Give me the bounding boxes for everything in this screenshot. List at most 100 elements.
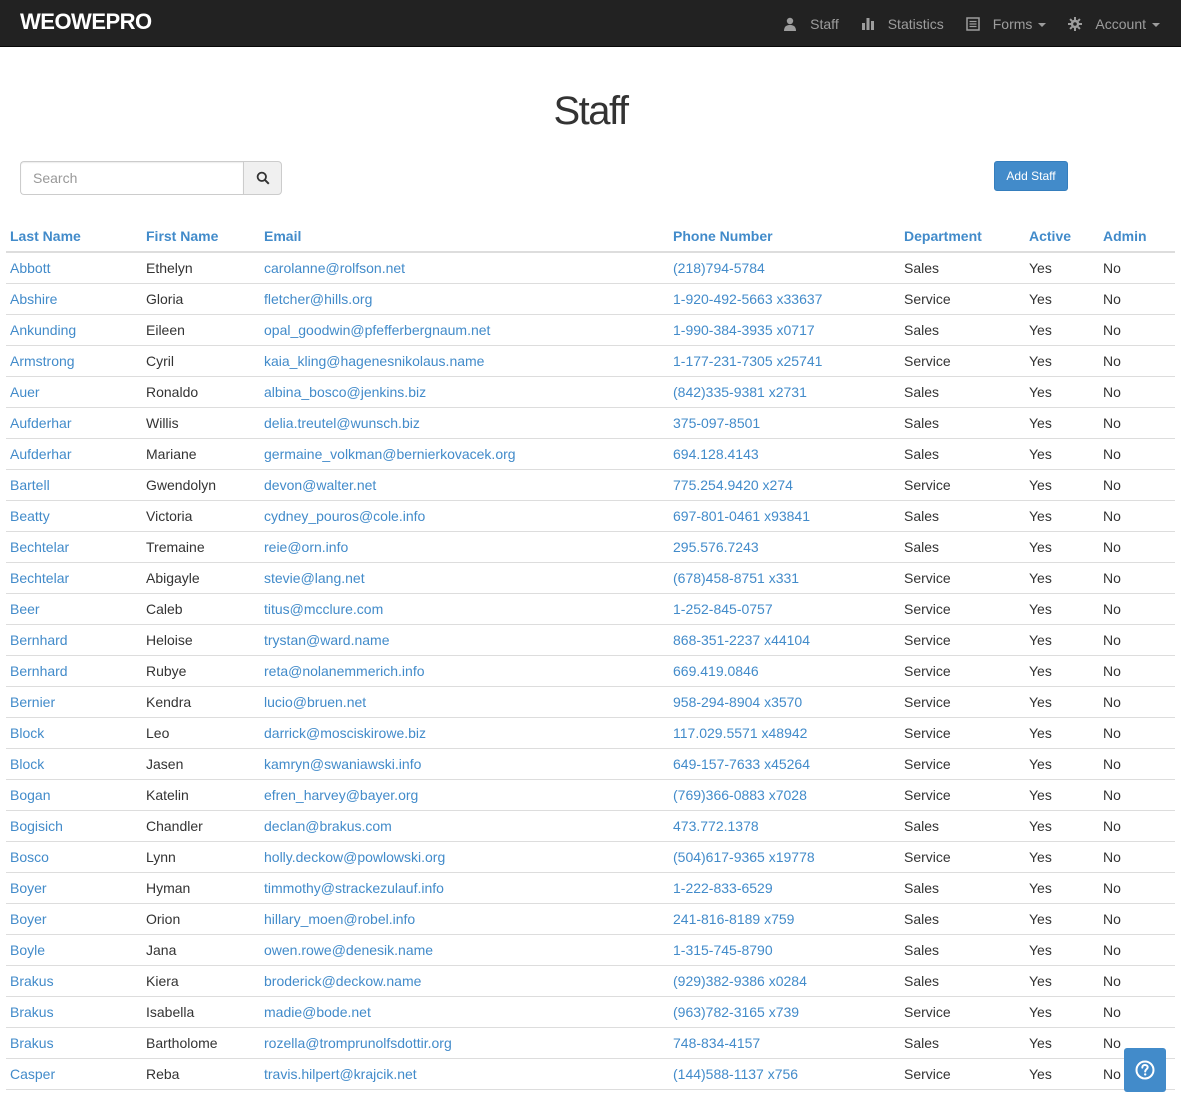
- add-staff-button[interactable]: Add Staff: [994, 161, 1068, 191]
- cell-phone[interactable]: (218)794-5784: [669, 252, 900, 284]
- search-input[interactable]: [20, 161, 243, 195]
- cell-phone[interactable]: 1-990-384-3935 x0717: [669, 314, 900, 346]
- cell-phone[interactable]: 748-834-4157: [669, 1027, 900, 1059]
- cell-email[interactable]: madie@bode.net: [260, 996, 669, 1028]
- cell-phone[interactable]: 1-222-833-6529: [669, 872, 900, 904]
- cell-email[interactable]: reie@orn.info: [260, 531, 669, 563]
- cell-last-name[interactable]: Bartell: [6, 469, 142, 501]
- nav-item-account[interactable]: Account: [1067, 0, 1181, 47]
- cell-last-name[interactable]: Ankunding: [6, 314, 142, 346]
- column-header-last-name[interactable]: Last Name: [6, 221, 142, 253]
- cell-last-name[interactable]: Brakus: [6, 1027, 142, 1059]
- cell-phone[interactable]: 1-315-745-8790: [669, 934, 900, 966]
- nav-item-statistics[interactable]: Statistics: [860, 0, 965, 47]
- cell-email[interactable]: timmothy@strackezulauf.info: [260, 872, 669, 904]
- cell-phone[interactable]: 375-097-8501: [669, 407, 900, 439]
- search-button[interactable]: [243, 161, 282, 195]
- cell-last-name[interactable]: Bernier: [6, 686, 142, 718]
- cell-last-name[interactable]: Bernhard: [6, 655, 142, 687]
- table-row: Beer Caleb titus@mcclure.com 1-252-845-0757…: [6, 593, 1175, 625]
- cell-phone[interactable]: 1-177-231-7305 x25741: [669, 345, 900, 377]
- cell-phone[interactable]: 669.419.0846: [669, 655, 900, 687]
- cell-phone[interactable]: 697-801-0461 x93841: [669, 500, 900, 532]
- cell-last-name[interactable]: Block: [6, 717, 142, 749]
- cell-email[interactable]: delia.treutel@wunsch.biz: [260, 407, 669, 439]
- cell-last-name[interactable]: Aufderhar: [6, 438, 142, 470]
- cell-email[interactable]: lucio@bruen.net: [260, 686, 669, 718]
- cell-phone[interactable]: 117.029.5571 x48942: [669, 717, 900, 749]
- cell-last-name[interactable]: Brakus: [6, 996, 142, 1028]
- cell-email[interactable]: kaia_kling@hagenesnikolaus.name: [260, 345, 669, 377]
- cell-phone[interactable]: 1-252-845-0757: [669, 593, 900, 625]
- cell-phone[interactable]: (963)782-3165 x739: [669, 996, 900, 1028]
- cell-email[interactable]: efren_harvey@bayer.org: [260, 779, 669, 811]
- help-button[interactable]: [1124, 1048, 1166, 1092]
- cell-phone[interactable]: (769)366-0883 x7028: [669, 779, 900, 811]
- brand-logo[interactable]: WEOWEPRO: [20, 8, 152, 36]
- cell-email[interactable]: carolanne@rolfson.net: [260, 252, 669, 284]
- cell-phone[interactable]: 1-920-492-5663 x33637: [669, 283, 900, 315]
- cell-email[interactable]: hillary_moen@robel.info: [260, 903, 669, 935]
- cell-email[interactable]: rozella@tromprunolfsdottir.org: [260, 1027, 669, 1059]
- cell-last-name[interactable]: Boyer: [6, 903, 142, 935]
- nav-item-forms[interactable]: Forms: [965, 0, 1068, 47]
- cell-last-name[interactable]: Aufderhar: [6, 407, 142, 439]
- nav-item-staff[interactable]: Staff: [782, 0, 860, 47]
- cell-department: Sales: [900, 407, 1025, 439]
- cell-last-name[interactable]: Bogisich: [6, 810, 142, 842]
- cell-email[interactable]: trystan@ward.name: [260, 624, 669, 656]
- column-header-admin[interactable]: Admin: [1099, 221, 1175, 253]
- cell-last-name[interactable]: Abshire: [6, 283, 142, 315]
- cell-email[interactable]: owen.rowe@denesik.name: [260, 934, 669, 966]
- cell-email[interactable]: devon@walter.net: [260, 469, 669, 501]
- cell-phone[interactable]: 958-294-8904 x3570: [669, 686, 900, 718]
- cell-last-name[interactable]: Bechtelar: [6, 562, 142, 594]
- cell-last-name[interactable]: Boyle: [6, 934, 142, 966]
- cell-last-name[interactable]: Abbott: [6, 252, 142, 284]
- cell-phone[interactable]: 775.254.9420 x274: [669, 469, 900, 501]
- cell-phone[interactable]: (842)335-9381 x2731: [669, 376, 900, 408]
- column-header-active[interactable]: Active: [1025, 221, 1099, 253]
- cell-email[interactable]: kamryn@swaniawski.info: [260, 748, 669, 780]
- cell-email[interactable]: holly.deckow@powlowski.org: [260, 841, 669, 873]
- cell-phone[interactable]: (144)588-1137 x756: [669, 1058, 900, 1090]
- column-header-first-name[interactable]: First Name: [142, 221, 260, 253]
- column-header-phone[interactable]: Phone Number: [669, 221, 900, 253]
- cell-email[interactable]: albina_bosco@jenkins.biz: [260, 376, 669, 408]
- cell-admin: No: [1099, 810, 1175, 842]
- cell-last-name[interactable]: Bosco: [6, 841, 142, 873]
- cell-email[interactable]: darrick@mosciskirowe.biz: [260, 717, 669, 749]
- column-header-email[interactable]: Email: [260, 221, 669, 253]
- cell-last-name[interactable]: Brakus: [6, 965, 142, 997]
- cell-last-name[interactable]: Beer: [6, 593, 142, 625]
- cell-phone[interactable]: 295.576.7243: [669, 531, 900, 563]
- cell-email[interactable]: reta@nolanemmerich.info: [260, 655, 669, 687]
- cell-email[interactable]: stevie@lang.net: [260, 562, 669, 594]
- cell-email[interactable]: broderick@deckow.name: [260, 965, 669, 997]
- cell-email[interactable]: titus@mcclure.com: [260, 593, 669, 625]
- cell-email[interactable]: opal_goodwin@pfefferbergnaum.net: [260, 314, 669, 346]
- cell-last-name[interactable]: Casper: [6, 1058, 142, 1090]
- cell-phone[interactable]: 241-816-8189 x759: [669, 903, 900, 935]
- cell-phone[interactable]: (678)458-8751 x331: [669, 562, 900, 594]
- cell-last-name[interactable]: Auer: [6, 376, 142, 408]
- cell-last-name[interactable]: Block: [6, 748, 142, 780]
- cell-phone[interactable]: 649-157-7633 x45264: [669, 748, 900, 780]
- cell-phone[interactable]: 694.128.4143: [669, 438, 900, 470]
- cell-last-name[interactable]: Bernhard: [6, 624, 142, 656]
- cell-last-name[interactable]: Beatty: [6, 500, 142, 532]
- cell-email[interactable]: germaine_volkman@bernierkovacek.org: [260, 438, 669, 470]
- cell-email[interactable]: cydney_pouros@cole.info: [260, 500, 669, 532]
- cell-last-name[interactable]: Boyer: [6, 872, 142, 904]
- cell-email[interactable]: travis.hilpert@krajcik.net: [260, 1058, 669, 1090]
- cell-phone[interactable]: (929)382-9386 x0284: [669, 965, 900, 997]
- cell-email[interactable]: declan@brakus.com: [260, 810, 669, 842]
- cell-last-name[interactable]: Bechtelar: [6, 531, 142, 563]
- cell-email[interactable]: fletcher@hills.org: [260, 283, 669, 315]
- cell-phone[interactable]: 868-351-2237 x44104: [669, 624, 900, 656]
- cell-phone[interactable]: 473.772.1378: [669, 810, 900, 842]
- cell-last-name[interactable]: Bogan: [6, 779, 142, 811]
- cell-phone[interactable]: (504)617-9365 x19778: [669, 841, 900, 873]
- cell-last-name[interactable]: Armstrong: [6, 345, 142, 377]
- column-header-department[interactable]: Department: [900, 221, 1025, 253]
